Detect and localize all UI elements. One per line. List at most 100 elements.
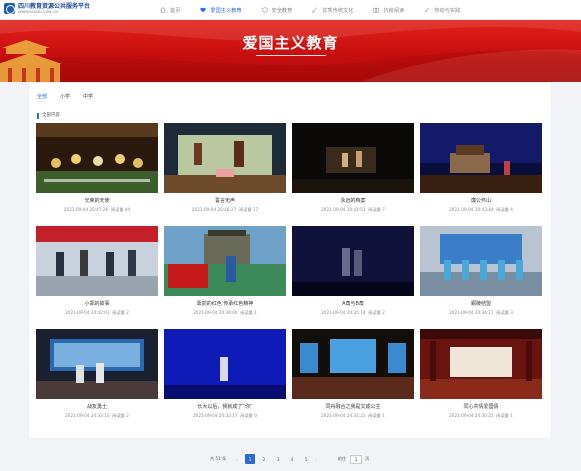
nav-item-traditional-culture[interactable]: 优秀传统文化 <box>312 0 353 20</box>
logo-title: 四川教育资源公共服务平台 <box>18 3 91 10</box>
shield-icon <box>261 7 268 13</box>
views-label: 阅读量 <box>240 413 253 418</box>
tab-all[interactable]: 全部 <box>37 93 47 100</box>
nav-label: 安全教育 <box>271 7 293 14</box>
views-label: 阅读量 <box>368 207 381 212</box>
video-meta: 2021-09-04 20:36:00 阅读量 1 <box>164 310 286 316</box>
views-label: 阅读量 <box>496 310 509 315</box>
video-title[interactable]: A角与B角 <box>292 300 414 307</box>
home-icon <box>160 7 166 13</box>
page-banner: 爱国主义教育 <box>0 20 581 82</box>
goto-label: 前往 <box>337 456 347 461</box>
video-views: 4 <box>510 207 513 212</box>
video-views: 44 <box>124 207 131 212</box>
page-button-1[interactable]: 1 <box>245 454 256 464</box>
nav-item-patriotic-education[interactable]: 爱国主义教育 <box>200 0 242 20</box>
video-title[interactable]: 光荣的天使 <box>36 197 158 204</box>
nav-label: 优秀传统文化 <box>322 7 354 14</box>
video-card[interactable]: 靠前的红色 传承红色精神 2021-09-04 20:36:00 阅读量 1 <box>164 226 286 316</box>
video-date: 2021-09-04 20:46:27 <box>191 207 237 212</box>
video-date: 2021-09-04 20:42:01 <box>65 310 110 315</box>
video-meta: 2021-09-04 20:42:01 阅读量 2 <box>36 310 158 316</box>
video-date: 2021-09-04 20:43:44 <box>449 207 494 212</box>
video-thumbnail[interactable] <box>292 226 414 296</box>
pagination: 共 51 条 ‹ 1 2 3 4 5 › 前往 页 <box>210 454 369 464</box>
video-card[interactable]: 小郑的故事 2021-09-04 20:42:01 阅读量 2 <box>36 226 158 316</box>
video-date: 2021-09-04 20:34:17 <box>449 310 494 315</box>
video-meta: 2021-09-04 20:46:27 阅读量 17 <box>164 207 286 213</box>
nav-label: 首页 <box>170 7 181 14</box>
section-heading: 全部内容 <box>37 113 60 119</box>
banner-underline <box>256 55 326 56</box>
nav-label: 爱国主义教育 <box>210 7 242 14</box>
video-thumbnail[interactable] <box>292 123 414 193</box>
logo-mark-icon <box>4 3 15 14</box>
video-thumbnail[interactable] <box>36 226 158 296</box>
video-thumbnail[interactable] <box>36 123 158 193</box>
tab-primary-school[interactable]: 小学 <box>60 93 70 100</box>
video-thumbnail[interactable] <box>420 123 542 193</box>
video-card[interactable]: 同舟融合之我是文成公主 2021-09-04 20:31:21 阅读量 1 <box>292 329 414 419</box>
video-card[interactable]: 长大以后，我就成了“你” 2021-09-04 20:32:17 阅读量 0 <box>164 329 286 419</box>
nav-item-anti-epidemic-reading[interactable]: 抗疫阅读 <box>373 0 404 20</box>
video-meta: 2021-09-04 20:43:44 阅读量 4 <box>420 207 542 213</box>
video-card[interactable]: 銅陵结盟 2021-09-04 20:34:17 阅读量 3 <box>420 226 542 316</box>
video-card[interactable]: 光荣的天使 2021-09-04 20:47:26 阅读量 44 <box>36 123 158 213</box>
banner-title: 爱国主义教育 <box>242 34 339 52</box>
page-button-2[interactable]: 2 <box>259 454 269 464</box>
video-date: 2021-09-04 20:44:51 <box>321 207 366 212</box>
video-views: 2 <box>382 310 385 315</box>
video-title[interactable]: 廉公怀山 <box>420 197 542 204</box>
page-button-4[interactable]: 4 <box>287 454 297 464</box>
brush-icon <box>312 7 318 13</box>
video-title[interactable]: 同心共情爱国情 <box>420 403 542 410</box>
video-card[interactable]: 廉公怀山 2021-09-04 20:43:44 阅读量 4 <box>420 123 542 213</box>
nav-item-home[interactable]: 首页 <box>160 0 180 20</box>
video-thumbnail[interactable] <box>164 226 286 296</box>
site-logo[interactable]: 四川教育资源公共服务平台 WWW.SCEDU.COM.CN <box>4 3 90 14</box>
video-title[interactable]: 长大以后，我就成了“你” <box>164 403 286 410</box>
video-title[interactable]: 战友勇士 <box>36 403 158 410</box>
video-title[interactable]: 永远的档案 <box>292 197 414 204</box>
video-card[interactable]: 同心共情爱国情 2021-09-04 20:30:21 阅读量 1 <box>420 329 542 419</box>
tab-middle-school[interactable]: 中学 <box>83 93 93 100</box>
video-thumbnail[interactable] <box>292 329 414 399</box>
nav-label: 劳动与实践 <box>434 7 461 14</box>
video-date: 2021-09-04 20:30:21 <box>449 413 494 418</box>
video-meta: 2021-09-04 20:47:26 阅读量 44 <box>36 207 158 213</box>
video-card[interactable]: 战友勇士 2021-09-04 20:33:10 阅读量 2 <box>36 329 158 419</box>
page-button-3[interactable]: 3 <box>273 454 283 464</box>
prev-page-button[interactable]: ‹ <box>236 457 238 462</box>
video-card[interactable]: A角与B角 2021-09-04 20:35:14 阅读量 2 <box>292 226 414 316</box>
views-label: 阅读量 <box>240 310 253 315</box>
video-title[interactable]: 銅陵结盟 <box>420 300 542 307</box>
views-label: 阅读量 <box>110 207 124 212</box>
video-meta: 2021-09-04 20:34:17 阅读量 3 <box>420 310 542 316</box>
video-card[interactable]: 誓言无声 2021-09-04 20:46:27 阅读量 17 <box>164 123 286 213</box>
views-label: 阅读量 <box>112 413 125 418</box>
video-views: 3 <box>510 310 513 315</box>
video-thumbnail[interactable] <box>164 329 286 399</box>
video-meta: 2021-09-04 20:33:10 阅读量 2 <box>36 413 158 419</box>
views-label: 阅读量 <box>112 310 125 315</box>
nav-item-safety-education[interactable]: 安全教育 <box>261 0 293 20</box>
next-page-button[interactable]: › <box>315 457 317 462</box>
nav-item-labor-practice[interactable]: 劳动与实践 <box>424 0 460 20</box>
book-icon <box>373 7 380 13</box>
video-views: 7 <box>382 207 385 212</box>
video-title[interactable]: 同舟融合之我是文成公主 <box>292 403 414 410</box>
page-button-5[interactable]: 5 <box>301 454 311 464</box>
content-card: 全部 小学 中学 全部内容 光荣的天使 2021-09-04 20:47:26 … <box>29 83 551 438</box>
video-thumbnail[interactable] <box>36 329 158 399</box>
video-date: 2021-09-04 20:33:10 <box>65 413 110 418</box>
video-title[interactable]: 小郑的故事 <box>36 300 158 307</box>
video-thumbnail[interactable] <box>420 329 542 399</box>
goto-page-input[interactable] <box>350 454 363 464</box>
video-title[interactable]: 靠前的红色 传承红色精神 <box>164 300 286 307</box>
video-card[interactable]: 永远的档案 2021-09-04 20:44:51 阅读量 7 <box>292 123 414 213</box>
video-thumbnail[interactable] <box>164 123 286 193</box>
video-meta: 2021-09-04 20:44:51 阅读量 7 <box>292 207 414 213</box>
video-thumbnail[interactable] <box>420 226 542 296</box>
video-date: 2021-09-04 20:36:00 <box>193 310 238 315</box>
video-title[interactable]: 誓言无声 <box>164 197 286 204</box>
